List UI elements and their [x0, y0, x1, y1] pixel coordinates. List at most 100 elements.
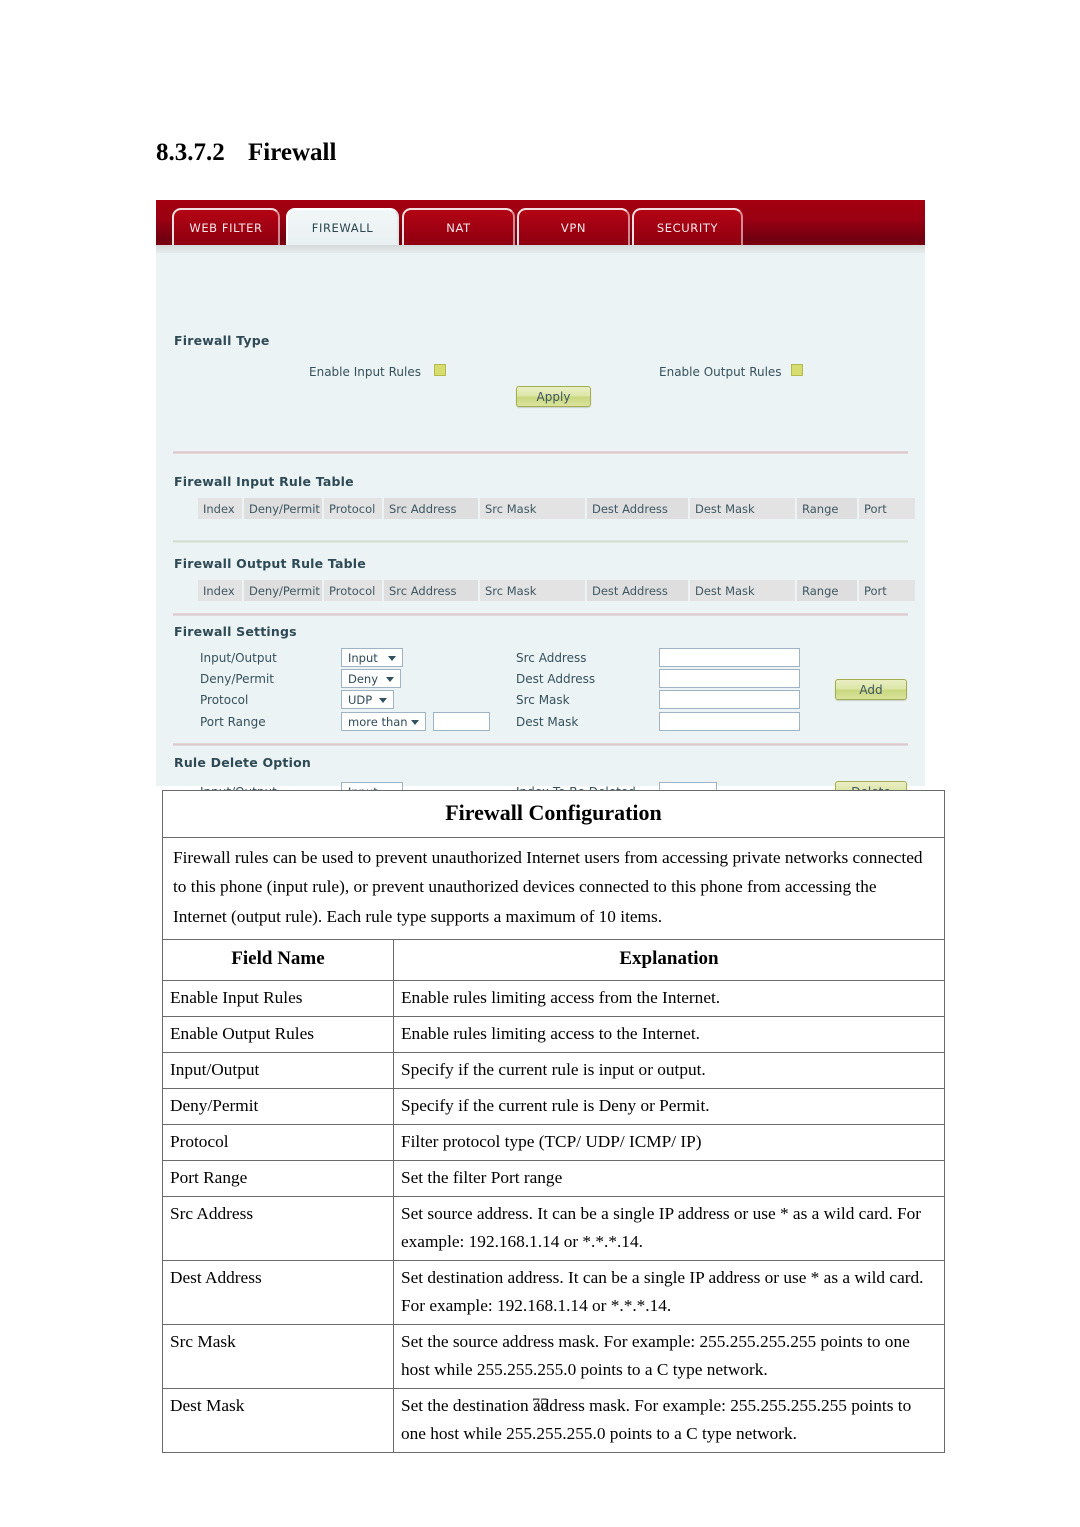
tab-web-filter-label: WEB FILTER	[189, 220, 263, 235]
table-intro-row: Firewall rules can be used to prevent un…	[162, 836, 945, 940]
settings-dest-mask-label: Dest Mask	[516, 715, 579, 729]
settings-protocol-value: UDP	[348, 692, 373, 707]
chevron-down-icon	[386, 676, 394, 682]
row-field-name: Port Range	[162, 1159, 394, 1197]
table-row: Port Range Set the filter Port range	[162, 1159, 945, 1197]
col-dest-mask: Dest Mask	[690, 580, 795, 601]
settings-input-output-label: Input/Output	[200, 651, 277, 665]
col-range: Range	[797, 498, 857, 519]
row-explanation: Set the source address mask. For example…	[393, 1323, 945, 1389]
apply-button-label: Apply	[536, 389, 571, 404]
row-explanation: Specify if the current rule is input or …	[393, 1051, 945, 1089]
settings-src-mask-input[interactable]	[659, 690, 800, 709]
tab-vpn-label: VPN	[560, 220, 587, 235]
row-field-name: Src Mask	[162, 1323, 394, 1389]
apply-button[interactable]: Apply	[516, 386, 591, 407]
col-protocol: Protocol	[324, 498, 382, 519]
col-src-mask: Src Mask	[480, 580, 585, 601]
row-field-name: Dest Address	[162, 1259, 394, 1325]
table-title-row: Firewall Configuration	[162, 790, 945, 838]
settings-deny-permit-label: Deny/Permit	[200, 672, 275, 686]
tab-firewall-label: FIREWALL	[311, 220, 374, 235]
col-port: Port	[859, 580, 915, 601]
chevron-down-icon	[411, 719, 419, 725]
table-row: Enable Input Rules Enable rules limiting…	[162, 979, 945, 1017]
settings-dest-address-input[interactable]	[659, 669, 800, 688]
table-intro-text: Firewall rules can be used to prevent un…	[162, 836, 945, 940]
tab-vpn[interactable]: VPN	[517, 208, 630, 245]
settings-dest-address-label: Dest Address	[516, 672, 596, 686]
row-explanation: Specify if the current rule is Deny or P…	[393, 1087, 945, 1125]
divider-4	[173, 743, 908, 746]
table-row: Enable Output Rules Enable rules limitin…	[162, 1015, 945, 1053]
divider-2	[173, 540, 908, 543]
page-title: 8.3.7.2 Firewall	[156, 139, 336, 167]
table-row: Input/Output Specify if the current rule…	[162, 1051, 945, 1089]
col-dest-address: Dest Address	[587, 498, 688, 519]
table-row: Dest Address Set destination address. It…	[162, 1259, 945, 1325]
row-field-name: Enable Output Rules	[162, 1015, 394, 1053]
enable-input-rules-checkbox[interactable]	[434, 364, 446, 376]
col-dest-address: Dest Address	[587, 580, 688, 601]
settings-protocol-select[interactable]: UDP	[341, 690, 394, 709]
row-field-name: Src Address	[162, 1195, 394, 1261]
settings-port-range-input[interactable]	[433, 712, 490, 731]
row-explanation: Set destination address. It can be a sin…	[393, 1259, 945, 1325]
tab-bar: WEB FILTER FIREWALL NAT VPN SECURITY	[156, 200, 925, 253]
table-row: Protocol Filter protocol type (TCP/ UDP/…	[162, 1123, 945, 1161]
page-number: 75	[532, 1396, 548, 1413]
firewall-output-rule-table-header: Index Deny/Permit Protocol Src Address S…	[198, 580, 917, 601]
col-src-address: Src Address	[384, 498, 478, 519]
row-field-name: Deny/Permit	[162, 1087, 394, 1125]
router-web-ui-panel: WEB FILTER FIREWALL NAT VPN SECURITY Fir…	[156, 200, 925, 802]
row-explanation: Set the filter Port range	[393, 1159, 945, 1197]
row-explanation: Enable rules limiting access from the In…	[393, 979, 945, 1017]
col-src-mask: Src Mask	[480, 498, 585, 519]
tab-security-label: SECURITY	[656, 220, 719, 235]
tab-nat[interactable]: NAT	[402, 208, 515, 245]
tab-firewall[interactable]: FIREWALL	[286, 208, 399, 245]
section-number: 8.3.7.2	[156, 139, 225, 166]
settings-src-address-input[interactable]	[659, 648, 800, 667]
col-port: Port	[859, 498, 915, 519]
enable-input-rules-label: Enable Input Rules	[309, 365, 421, 379]
header-field-name: Field Name	[162, 938, 394, 981]
col-deny-permit: Deny/Permit	[244, 498, 322, 519]
rule-delete-option-section-title: Rule Delete Option	[174, 755, 311, 770]
row-field-name: Enable Input Rules	[162, 979, 394, 1017]
row-explanation: Enable rules limiting access to the Inte…	[393, 1015, 945, 1053]
settings-src-address-label: Src Address	[516, 651, 587, 665]
chevron-down-icon	[379, 697, 387, 703]
row-explanation: Set source address. It can be a single I…	[393, 1195, 945, 1261]
settings-input-output-select[interactable]: Input	[341, 648, 403, 667]
col-index: Index	[198, 580, 242, 601]
add-button-label: Add	[859, 682, 883, 697]
row-explanation: Filter protocol type (TCP/ UDP/ ICMP/ IP…	[393, 1123, 945, 1161]
firewall-output-rule-table-title: Firewall Output Rule Table	[174, 556, 366, 571]
row-field-name: Input/Output	[162, 1051, 394, 1089]
settings-deny-permit-value: Deny	[348, 671, 379, 686]
divider-1	[173, 451, 908, 454]
settings-port-range-label: Port Range	[200, 715, 266, 729]
col-deny-permit: Deny/Permit	[244, 580, 322, 601]
enable-output-rules-checkbox[interactable]	[791, 364, 803, 376]
table-title: Firewall Configuration	[162, 790, 945, 838]
table-row: Src Mask Set the source address mask. Fo…	[162, 1323, 945, 1389]
col-protocol: Protocol	[324, 580, 382, 601]
enable-output-rules-label: Enable Output Rules	[659, 365, 782, 379]
firewall-input-rule-table-title: Firewall Input Rule Table	[174, 474, 354, 489]
col-dest-mask: Dest Mask	[690, 498, 795, 519]
firewall-configuration-table: Firewall Configuration Firewall rules ca…	[162, 790, 945, 1453]
tab-security[interactable]: SECURITY	[632, 208, 743, 245]
add-button[interactable]: Add	[835, 679, 907, 700]
col-src-address: Src Address	[384, 580, 478, 601]
settings-port-range-select[interactable]: more than	[341, 712, 426, 731]
settings-src-mask-label: Src Mask	[516, 693, 570, 707]
chevron-down-icon	[388, 655, 396, 661]
tab-web-filter[interactable]: WEB FILTER	[172, 208, 280, 245]
settings-deny-permit-select[interactable]: Deny	[341, 669, 401, 688]
settings-dest-mask-input[interactable]	[659, 712, 800, 731]
settings-port-range-value: more than	[348, 714, 408, 729]
col-index: Index	[198, 498, 242, 519]
table-row: Deny/Permit Specify if the current rule …	[162, 1087, 945, 1125]
